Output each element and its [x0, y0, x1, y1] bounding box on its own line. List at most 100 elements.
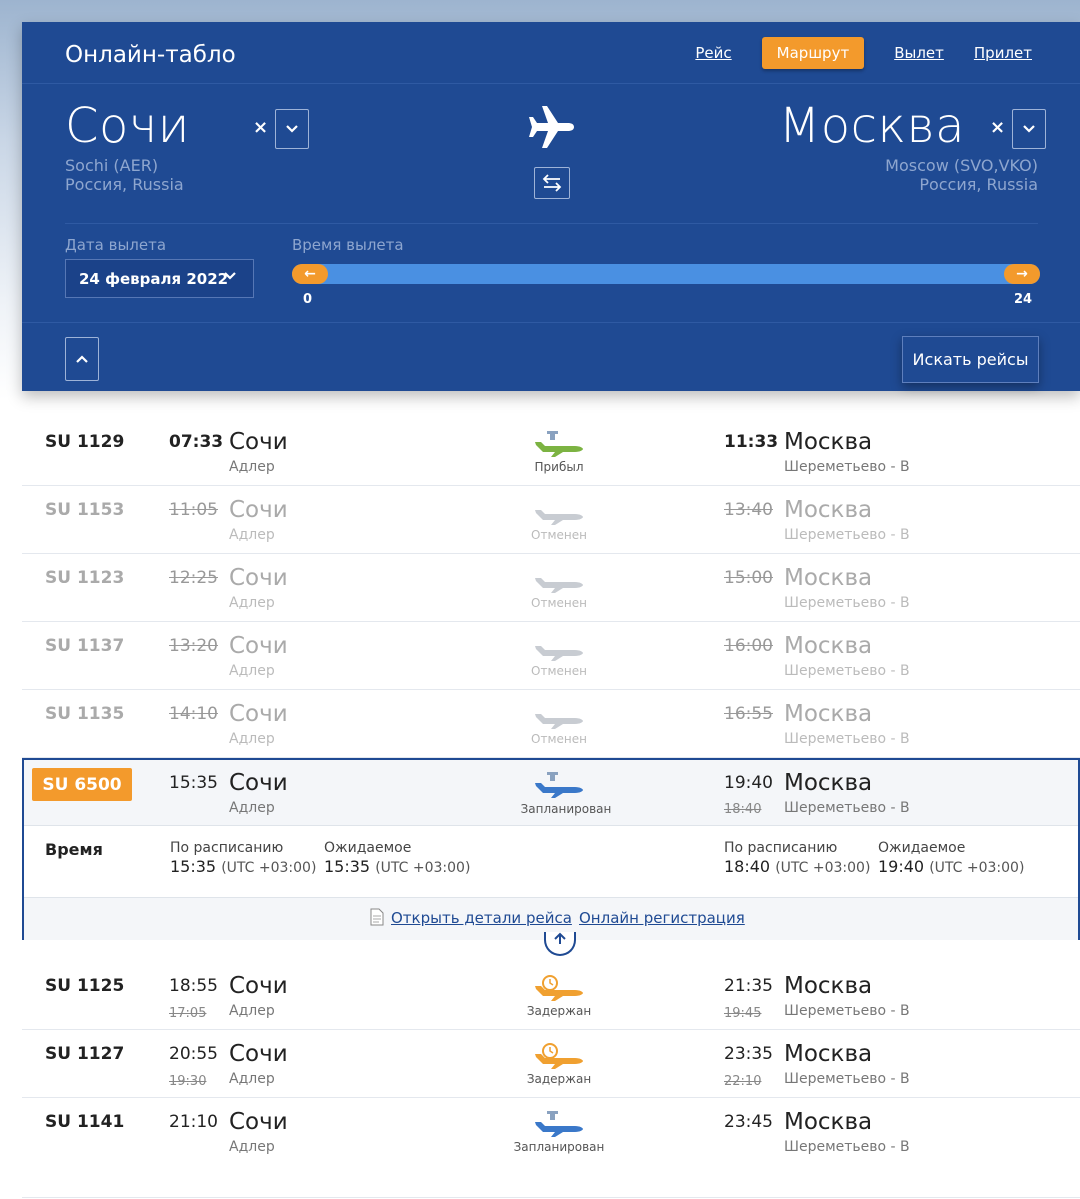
destination-city: Москва Moscow (SVO,VKO) Россия, Russia: [779, 98, 1038, 194]
time-range-slider[interactable]: [292, 264, 1040, 284]
divider: [22, 322, 1080, 323]
arrival-time: 13:40: [724, 500, 773, 520]
destination-country: Россия, Russia: [919, 175, 1038, 194]
date-value: 24 февраля 2022: [79, 269, 229, 288]
flight-row[interactable]: SU 1123 12:25 Сочи Адлер Отменен 15:00 М…: [22, 554, 1080, 622]
flight-row[interactable]: SU 1137 13:20 Сочи Адлер Отменен 16:00 М…: [22, 622, 1080, 690]
divider: [65, 223, 1038, 224]
collapse-button[interactable]: [65, 337, 99, 381]
plane-cancelled-icon: [535, 578, 583, 593]
departure-city: Сочи: [229, 770, 288, 796]
plane-scheduled-icon: [535, 1111, 583, 1137]
arrival-time: 11:33: [724, 432, 779, 452]
online-checkin-link[interactable]: Онлайн регистрация: [579, 909, 745, 927]
board-header: Онлайн-табло Рейс Маршрут Вылет Прилет: [22, 22, 1080, 84]
chevron-down-icon: [286, 125, 298, 133]
departure-airport: Адлер: [229, 1003, 275, 1019]
expanded-flight-card[interactable]: SU 6500 15:35 Сочи Адлер Запланирован 19…: [22, 758, 1080, 956]
time-label: Время вылета: [292, 236, 404, 254]
flight-number: SU 1137: [45, 636, 125, 656]
departure-time: 11:05: [169, 500, 218, 520]
departure-airport: Адлер: [229, 800, 275, 816]
open-flight-details-link[interactable]: Открыть детали рейса: [391, 909, 572, 927]
arrival-time: 16:55: [724, 704, 773, 724]
flight-number: SU 1123: [45, 568, 125, 588]
departure-city: Сочи: [229, 497, 288, 523]
destination-dropdown-button[interactable]: [1012, 109, 1046, 149]
timezone: (UTC +03:00): [375, 860, 471, 876]
flight-row[interactable]: SU 1127 20:55 19:30 Сочи Адлер Задержан …: [22, 1030, 1080, 1098]
tab-departure[interactable]: Вылет: [894, 44, 944, 62]
flight-status: Задержан: [526, 1004, 592, 1018]
arrival-city: Москва: [784, 633, 873, 659]
flight-status: Отменен: [531, 732, 587, 746]
arrival-scheduled-time: 18:40: [724, 857, 771, 876]
search-flights-button[interactable]: Искать рейсы: [902, 336, 1039, 383]
tab-route[interactable]: Маршрут: [761, 37, 865, 69]
flight-row[interactable]: SU 1129 07:33 Сочи Адлер Прибыл 11:33 Мо…: [22, 418, 1080, 486]
arrival-city: Москва: [784, 1041, 873, 1067]
departure-old-time: 19:30: [169, 1074, 207, 1089]
departure-airport: Адлер: [229, 1071, 275, 1087]
departure-time: 20:55: [169, 1044, 218, 1064]
departure-city: Сочи: [229, 1041, 288, 1067]
origin-city: Сочи Sochi (AER) Россия, Russia: [65, 98, 190, 194]
arrival-expected-time: 19:40: [878, 857, 925, 876]
arrival-old-time: 18:40: [724, 802, 762, 817]
departure-airport: Адлер: [229, 459, 275, 475]
arrival-airport: Шереметьево - B: [784, 459, 910, 475]
flight-number: SU 1125: [45, 976, 125, 996]
arrival-time: 16:00: [724, 636, 773, 656]
flight-row[interactable]: SU 1153 11:05 Сочи Адлер Отменен 13:40 М…: [22, 486, 1080, 554]
arrival-time: 23:35: [724, 1044, 773, 1064]
departure-airport: Адлер: [229, 663, 275, 679]
plane-arrived-icon: [535, 431, 583, 457]
departure-airport: Адлер: [229, 1139, 275, 1155]
arrival-airport: Шереметьево - B: [784, 527, 910, 543]
expanded-flight-summary[interactable]: SU 6500 15:35 Сочи Адлер Запланирован 19…: [24, 760, 1078, 826]
time-heading: Время: [45, 840, 103, 859]
arrival-scheduled-label: По расписанию: [724, 840, 838, 856]
board-tabs: Рейс Маршрут Вылет Прилет: [665, 37, 1032, 69]
departure-time: 12:25: [169, 568, 218, 588]
arrival-city: Москва: [784, 429, 873, 455]
arrival-city: Москва: [784, 565, 873, 591]
flight-status: Отменен: [531, 596, 587, 610]
arrival-expected-value: 19:40 (UTC +03:00): [878, 857, 1024, 876]
departure-scheduled-time: 15:35: [170, 857, 217, 876]
origin-dropdown-button[interactable]: [275, 109, 309, 149]
swap-button[interactable]: [534, 167, 570, 199]
arrival-time: 19:40: [724, 773, 773, 793]
tab-flight[interactable]: Рейс: [695, 44, 731, 62]
departure-airport: Адлер: [229, 731, 275, 747]
timezone: (UTC +03:00): [775, 860, 871, 876]
departure-time: 21:10: [169, 1112, 218, 1132]
arrival-airport: Шереметьево - B: [784, 663, 910, 679]
online-board: Онлайн-табло Рейс Маршрут Вылет Прилет С…: [22, 22, 1080, 391]
date-label: Дата вылета: [65, 236, 167, 254]
flight-row[interactable]: SU 1125 18:55 17:05 Сочи Адлер Задержан …: [22, 962, 1080, 1030]
time-slider-max-handle[interactable]: →: [1004, 264, 1040, 284]
departure-expected-time: 15:35: [324, 857, 371, 876]
chevron-down-icon: [1023, 125, 1035, 133]
destination-clear-icon[interactable]: ×: [990, 117, 1005, 138]
origin-clear-icon[interactable]: ×: [253, 117, 268, 138]
flight-number: SU 1153: [45, 500, 125, 520]
origin-city-name: Сочи: [65, 98, 190, 154]
departure-airport: Адлер: [229, 595, 275, 611]
tab-arrival[interactable]: Прилет: [974, 44, 1032, 62]
arrival-scheduled-value: 18:40 (UTC +03:00): [724, 857, 870, 876]
arrival-time: 15:00: [724, 568, 773, 588]
plane-delayed-icon: [535, 1043, 583, 1069]
arrival-airport: Шереметьево - B: [784, 595, 910, 611]
arrival-airport: Шереметьево - B: [784, 800, 910, 816]
arrow-up-icon: [554, 932, 566, 944]
date-select[interactable]: 24 февраля 2022: [65, 259, 254, 298]
flight-row[interactable]: SU 1141 21:10 Сочи Адлер Запланирован 23…: [22, 1098, 1080, 1198]
departure-city: Сочи: [229, 633, 288, 659]
collapse-card-button[interactable]: [544, 932, 576, 956]
departure-time: 15:35: [169, 773, 218, 793]
flight-status: Запланирован: [520, 802, 612, 816]
time-slider-min-handle[interactable]: ←: [292, 264, 328, 284]
flight-row[interactable]: SU 1135 14:10 Сочи Адлер Отменен 16:55 М…: [22, 690, 1080, 758]
